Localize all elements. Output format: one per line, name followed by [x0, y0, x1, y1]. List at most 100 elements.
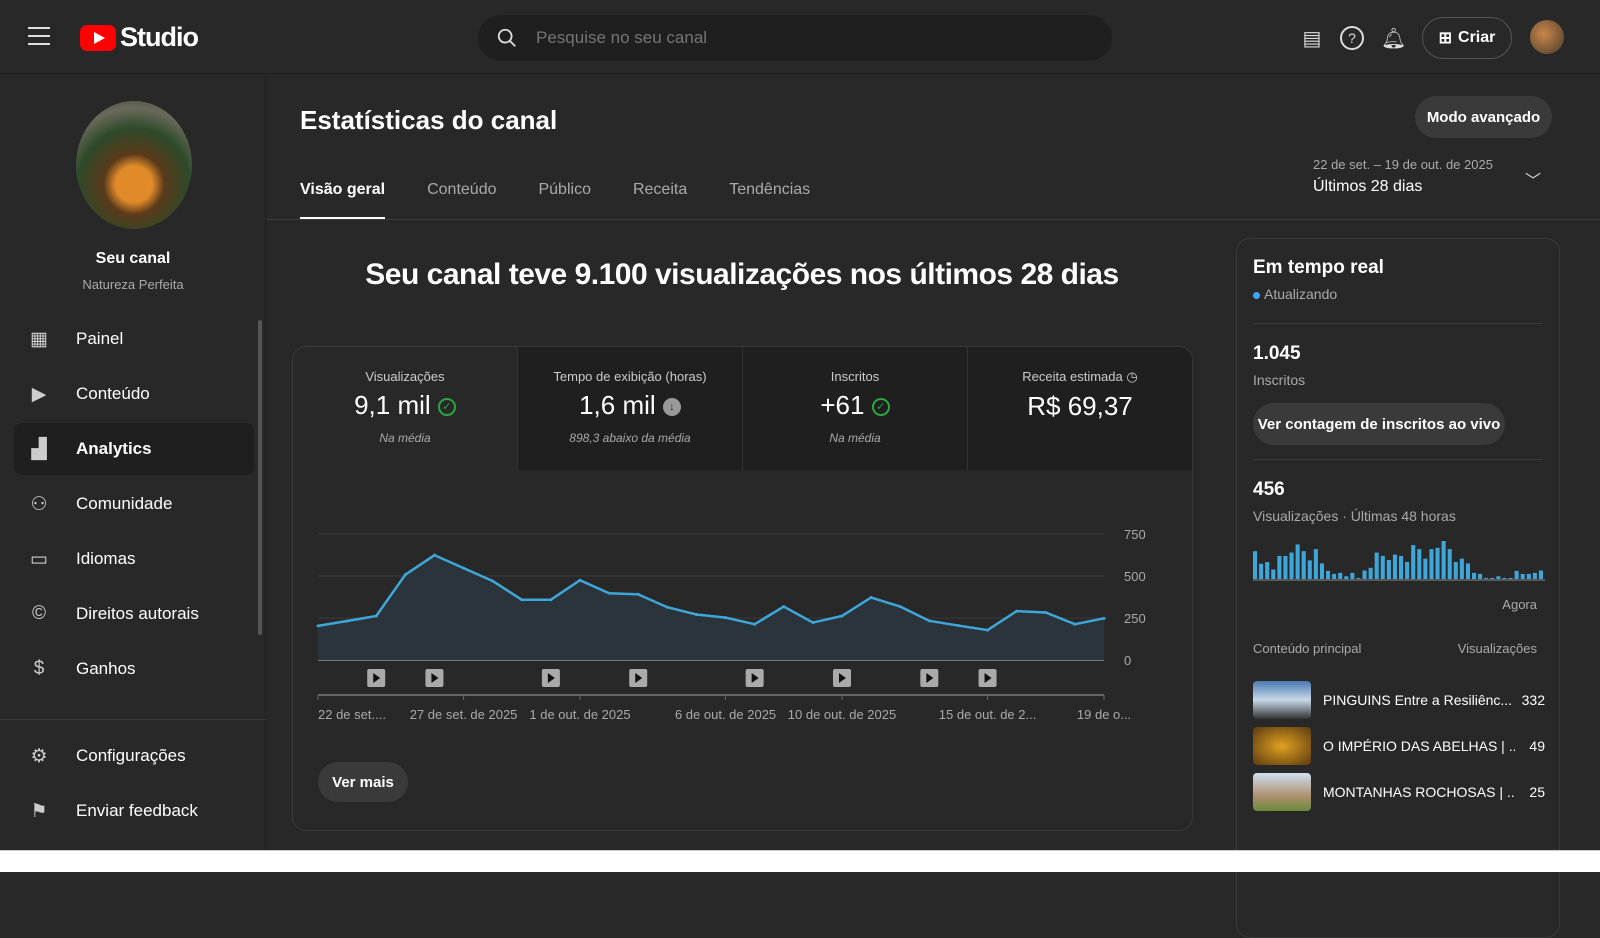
check-icon: ✓ — [437, 398, 456, 417]
live-dot-icon — [1253, 292, 1260, 299]
realtime-bar — [1301, 551, 1306, 579]
realtime-bar — [1265, 562, 1270, 579]
video-marker-icon — [833, 669, 851, 687]
sidebar-item-idiomas[interactable]: ▭ Idiomas — [14, 533, 254, 585]
data-point — [782, 605, 786, 609]
data-point — [840, 614, 844, 618]
sidebar-item-ganhos[interactable]: $ Ganhos — [14, 643, 254, 695]
main-content: Estatísticas do canal Modo avançado Visã… — [267, 75, 1600, 938]
realtime-bar — [1392, 554, 1397, 579]
sidebar: Seu canal Natureza Perfeita ▦ Painel ▶ Con… — [0, 75, 266, 872]
realtime-bar — [1447, 549, 1452, 579]
realtime-bar — [1356, 577, 1361, 579]
sidebar-item-analytics[interactable]: ▟ Analytics — [14, 423, 254, 475]
series-area — [318, 555, 1104, 660]
list-item[interactable]: PINGUINS Entre a Resiliênc... 332 — [1253, 680, 1545, 720]
menu-icon[interactable] — [28, 27, 50, 51]
realtime-bar — [1362, 570, 1367, 579]
video-thumbnail — [1253, 727, 1311, 765]
account-avatar[interactable] — [1530, 20, 1564, 54]
search-icon — [497, 28, 516, 47]
studio-logo[interactable]: Studio — [80, 22, 199, 53]
data-point — [549, 598, 553, 602]
community-icon: ⚇ — [30, 493, 48, 515]
realtime-bar — [1423, 558, 1428, 579]
realtime-bar — [1538, 570, 1543, 579]
subscriber-count: 1.045 — [1253, 343, 1301, 364]
y-tick-label: 500 — [1124, 569, 1146, 584]
sidebar-item-comunidade[interactable]: ⚇ Comunidade — [14, 478, 254, 530]
sidebar-item-configuracoes[interactable]: ⚙ Configurações — [14, 730, 254, 782]
sidebar-item-direitos-autorais[interactable]: © Direitos autorais — [14, 588, 254, 640]
metric-views[interactable]: Visualizações 9,1 mil ✓ Na média — [293, 347, 518, 470]
realtime-bar — [1520, 573, 1525, 579]
list-item[interactable]: MONTANHAS ROCHOSAS | ... 25 — [1253, 772, 1545, 812]
x-tick-label: 6 de out. de 2025 — [675, 707, 776, 722]
date-range-picker[interactable]: 22 de set. – 19 de out. de 2025 Últimos … — [1313, 157, 1493, 196]
sidebar-item-conteudo[interactable]: ▶ Conteúdo — [14, 368, 254, 420]
x-tick-label: 22 de set.... — [318, 707, 386, 722]
realtime-bar — [1490, 577, 1495, 579]
realtime-bar — [1344, 576, 1349, 579]
data-point — [432, 553, 436, 557]
live-subscriber-count-button[interactable]: Ver contagem de inscritos ao vivo — [1253, 403, 1505, 445]
data-point — [1044, 610, 1048, 614]
tab-publico[interactable]: Público — [538, 181, 590, 220]
tabs: Visão geral Conteúdo Público Receita Ten… — [300, 181, 810, 220]
realtime-bar — [1307, 560, 1312, 579]
check-icon: ✓ — [871, 398, 890, 417]
data-point — [898, 605, 902, 609]
sidebar-scrollbar[interactable] — [258, 320, 262, 635]
realtime-status: Atualizando — [1253, 286, 1337, 302]
advanced-mode-button[interactable]: Modo avançado — [1415, 96, 1552, 138]
data-point — [724, 616, 728, 620]
data-point — [316, 624, 320, 628]
realtime-bar — [1435, 547, 1440, 579]
data-point — [520, 598, 524, 602]
video-marker-icon — [978, 669, 997, 687]
video-marker-icon — [745, 669, 764, 687]
realtime-bar — [1271, 569, 1276, 579]
data-point — [636, 592, 640, 596]
realtime-bar — [1496, 576, 1501, 579]
chevron-down-icon[interactable]: ﹀ — [1525, 167, 1541, 191]
x-tick-label: 1 de out. de 2025 — [529, 707, 630, 722]
headline: Seu canal teve 9.100 visualizações nos ú… — [365, 258, 1119, 291]
dollar-icon: $ — [33, 658, 45, 679]
captions-icon[interactable]: ▤ — [1300, 26, 1324, 50]
metric-revenue[interactable]: Receita estimada ◷ R$ 69,37 — [968, 347, 1192, 470]
divider — [267, 219, 1600, 220]
channel-avatar[interactable] — [76, 101, 192, 229]
data-point — [753, 622, 757, 626]
sidebar-item-painel[interactable]: ▦ Painel — [14, 313, 254, 365]
help-icon[interactable]: ? — [1340, 26, 1364, 50]
video-marker-icon — [425, 669, 444, 687]
tab-receita[interactable]: Receita — [633, 181, 687, 220]
realtime-card: Em tempo real Atualizando 1.045 Inscrito… — [1236, 238, 1560, 938]
list-item[interactable]: O IMPÉRIO DAS ABELHAS | ... 49 — [1253, 726, 1545, 766]
tab-conteudo[interactable]: Conteúdo — [427, 181, 496, 220]
tab-tendencias[interactable]: Tendências — [729, 181, 810, 220]
x-tick-label: 15 de out. de 2... — [939, 707, 1037, 722]
channel-name: Seu canal — [95, 250, 171, 267]
search-input[interactable] — [536, 28, 1036, 48]
sidebar-item-enviar-feedback[interactable]: ⚑ Enviar feedback — [14, 785, 254, 837]
data-point — [1102, 616, 1106, 620]
realtime-bar — [1350, 572, 1355, 579]
realtime-bar — [1417, 549, 1422, 579]
arrow-down-icon: ↓ — [662, 398, 681, 417]
realtime-bar — [1478, 573, 1483, 579]
tab-visao-geral[interactable]: Visão geral — [300, 181, 386, 220]
video-marker-icon — [920, 669, 939, 687]
search-bar[interactable] — [478, 15, 1112, 61]
realtime-bar — [1295, 544, 1300, 579]
bell-icon[interactable]: 🔔︎ — [1381, 26, 1406, 50]
y-tick-label: 250 — [1124, 611, 1146, 626]
realtime-bar — [1326, 570, 1331, 579]
metric-watch-time[interactable]: Tempo de exibição (horas) 1,6 mil ↓ 898,3 … — [518, 347, 743, 470]
data-point — [694, 612, 698, 616]
metric-subscribers[interactable]: Inscritos +61 ✓ Na média — [743, 347, 968, 470]
subscriber-label: Inscritos — [1253, 372, 1306, 388]
see-more-button[interactable]: Ver mais — [318, 762, 408, 802]
create-button[interactable]: ⊞ Criar — [1422, 17, 1512, 59]
